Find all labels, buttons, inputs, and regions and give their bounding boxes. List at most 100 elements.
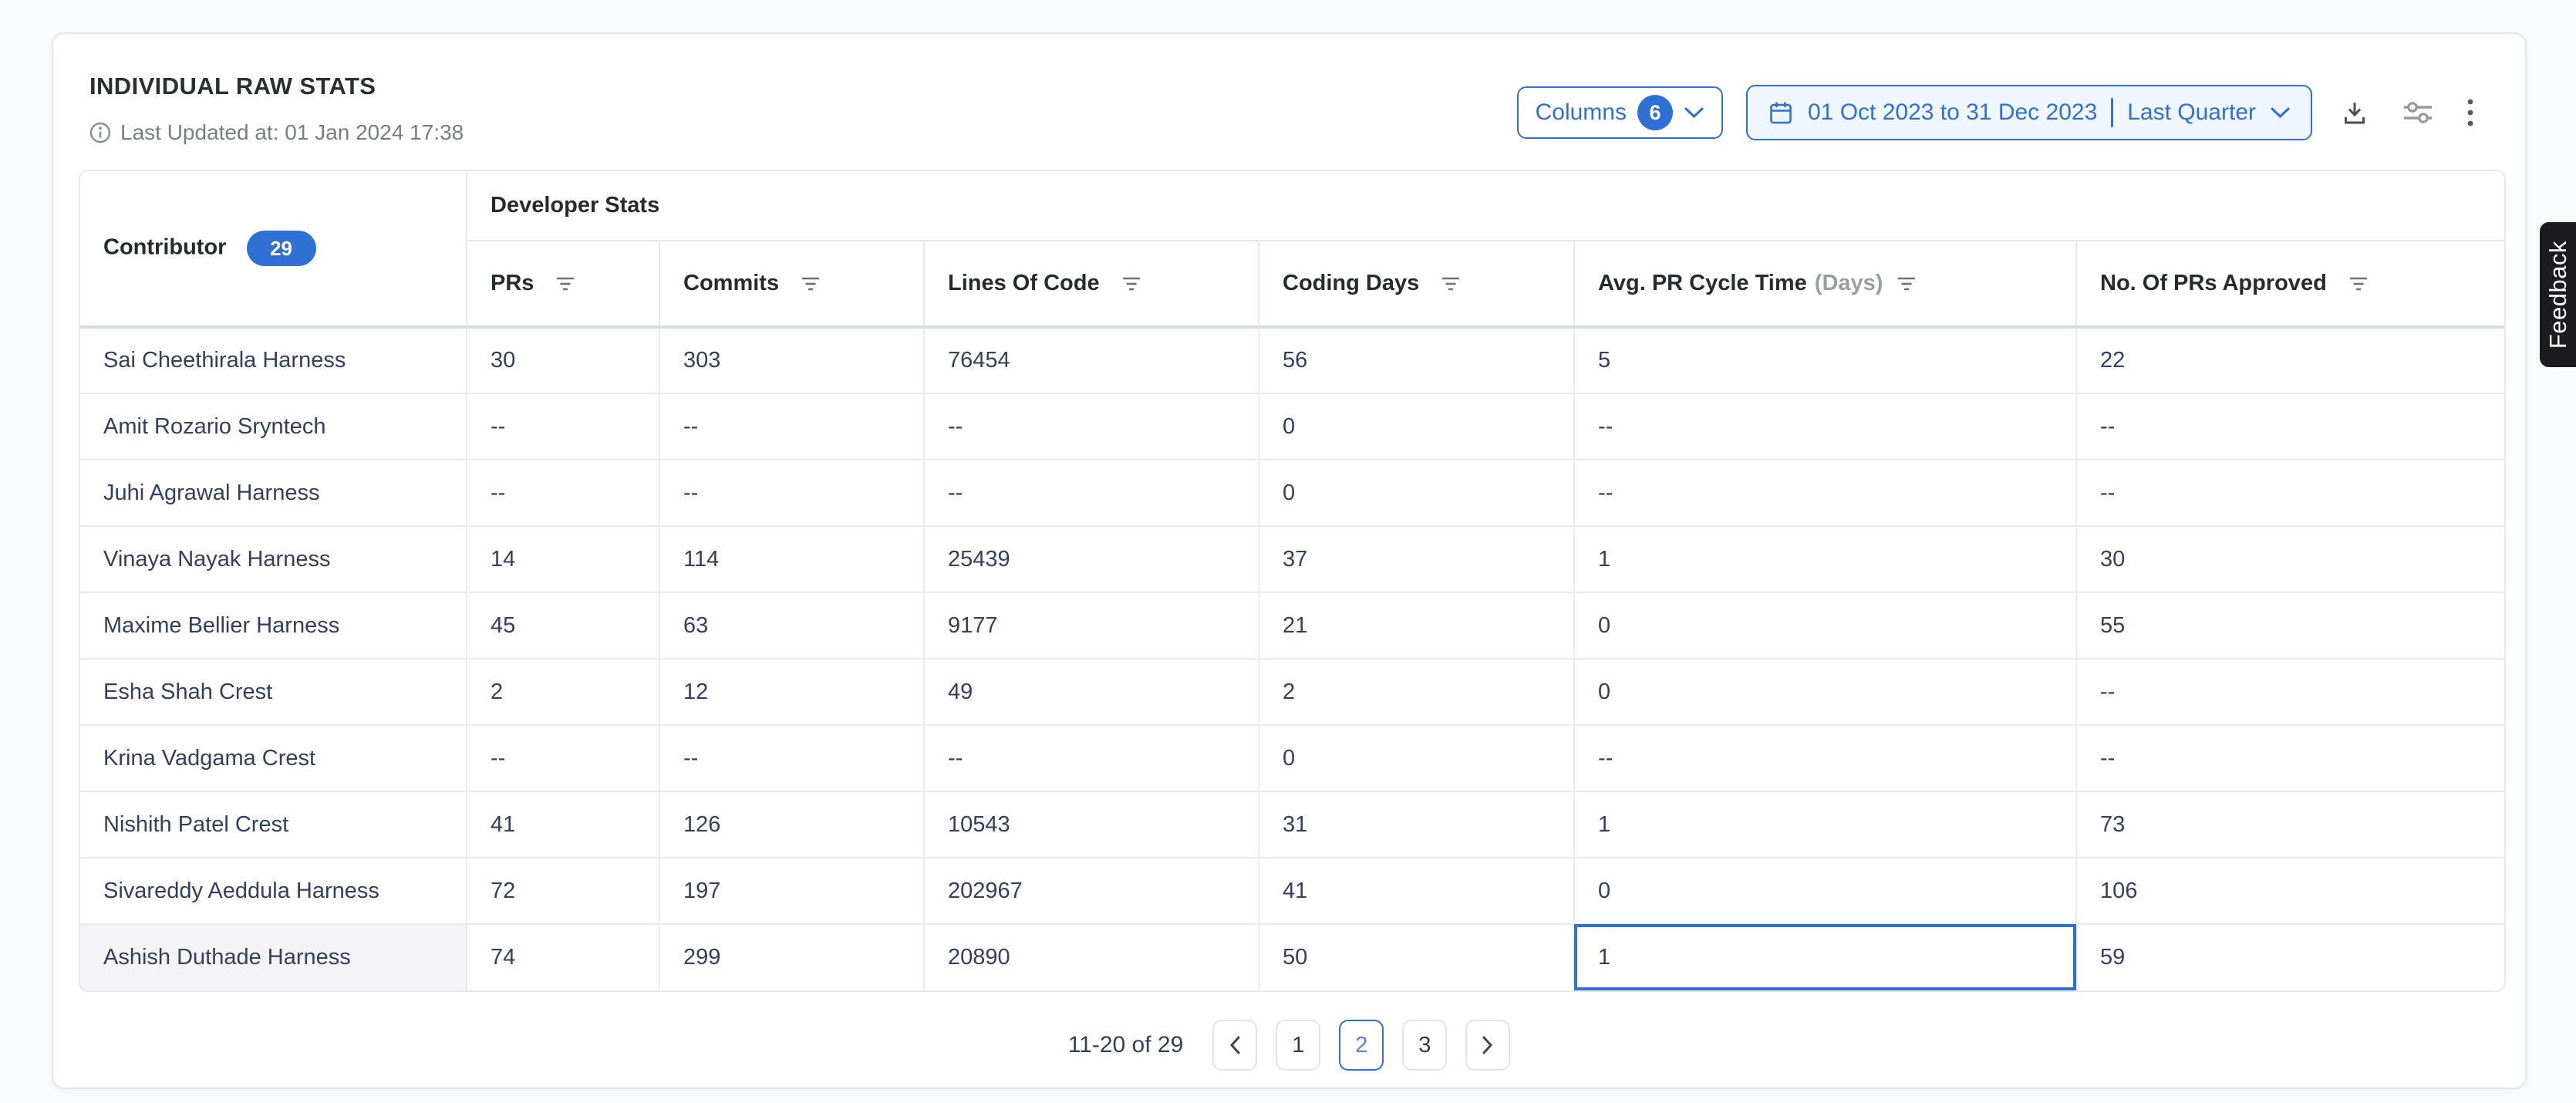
filter-icon[interactable] xyxy=(2348,276,2369,292)
column-header-prs[interactable]: PRs xyxy=(467,241,659,327)
stat-cell[interactable]: 1 xyxy=(1574,791,2076,858)
date-range-button[interactable]: 01 Oct 2023 to 31 Dec 2023 Last Quarter xyxy=(1746,85,2312,140)
filter-icon[interactable] xyxy=(801,276,821,292)
stat-cell[interactable]: 1 xyxy=(1574,526,2076,592)
filter-icon[interactable] xyxy=(1897,276,1917,292)
contributor-column-header[interactable]: Contributor 29 xyxy=(80,171,467,327)
stat-cell[interactable]: 10543 xyxy=(924,791,1259,858)
stat-cell[interactable]: 2 xyxy=(467,659,659,725)
stat-cell[interactable]: 299 xyxy=(659,924,924,990)
filter-icon[interactable] xyxy=(1441,276,1461,292)
stat-cell[interactable]: 63 xyxy=(659,592,924,659)
stat-cell[interactable]: 59 xyxy=(2076,924,2504,990)
stat-cell[interactable]: -- xyxy=(467,725,659,791)
info-icon xyxy=(89,122,111,143)
stat-cell[interactable]: 56 xyxy=(1259,327,1574,393)
download-button[interactable] xyxy=(2335,93,2374,132)
stat-cell[interactable]: -- xyxy=(2076,460,2504,526)
stat-cell[interactable]: 30 xyxy=(2076,526,2504,592)
stat-cell[interactable]: 25439 xyxy=(924,526,1259,592)
columns-button[interactable]: Columns 6 xyxy=(1517,86,1723,139)
table-row: Sivareddy Aeddula Harness721972029674101… xyxy=(80,858,2504,924)
stat-cell[interactable]: -- xyxy=(659,725,924,791)
table-row: Ashish Duthade Harness742992089050159 xyxy=(80,924,2504,990)
stat-cell[interactable]: 2 xyxy=(1259,659,1574,725)
prev-page-button[interactable] xyxy=(1212,1020,1257,1071)
stat-cell[interactable]: -- xyxy=(1574,460,2076,526)
stat-cell[interactable]: 106 xyxy=(2076,858,2504,924)
filter-settings-button[interactable] xyxy=(2397,93,2439,132)
stat-cell[interactable]: 41 xyxy=(1259,858,1574,924)
next-page-button[interactable] xyxy=(1465,1020,1510,1071)
stat-cell[interactable]: 0 xyxy=(1574,858,2076,924)
stat-cell[interactable]: 12 xyxy=(659,659,924,725)
stat-cell[interactable]: 202967 xyxy=(924,858,1259,924)
stat-cell[interactable]: 45 xyxy=(467,592,659,659)
stat-cell[interactable]: 197 xyxy=(659,858,924,924)
contributor-cell[interactable]: Sivareddy Aeddula Harness xyxy=(80,858,467,924)
stat-cell[interactable]: 72 xyxy=(467,858,659,924)
contributor-cell[interactable]: Amit Rozario Sryntech xyxy=(80,393,467,460)
contributor-cell[interactable]: Ashish Duthade Harness xyxy=(80,924,467,990)
stat-cell[interactable]: 37 xyxy=(1259,526,1574,592)
column-header-commits[interactable]: Commits xyxy=(659,241,924,327)
stat-cell[interactable]: 303 xyxy=(659,327,924,393)
stat-cell[interactable]: 31 xyxy=(1259,791,1574,858)
stat-cell[interactable]: 0 xyxy=(1574,592,2076,659)
filter-icon[interactable] xyxy=(1121,276,1141,292)
contributor-cell[interactable]: Krina Vadgama Crest xyxy=(80,725,467,791)
chevron-down-icon xyxy=(2270,106,2291,120)
more-options-button[interactable] xyxy=(2462,93,2479,132)
contributor-cell[interactable]: Maxime Bellier Harness xyxy=(80,592,467,659)
filter-icon[interactable] xyxy=(555,276,575,292)
page-3-button[interactable]: 3 xyxy=(1402,1020,1447,1071)
column-header-avg-pr-cycle-time[interactable]: Avg. PR Cycle Time(Days) xyxy=(1574,241,2076,327)
stat-cell[interactable]: -- xyxy=(2076,659,2504,725)
contributor-cell[interactable]: Vinaya Nayak Harness xyxy=(80,526,467,592)
stat-cell[interactable]: -- xyxy=(924,393,1259,460)
column-header-no-of-prs-approved[interactable]: No. Of PRs Approved xyxy=(2076,241,2504,327)
feedback-tab[interactable]: Feedback xyxy=(2540,222,2576,367)
stat-cell[interactable]: 49 xyxy=(924,659,1259,725)
stat-cell[interactable]: -- xyxy=(2076,393,2504,460)
stat-cell[interactable]: 41 xyxy=(467,791,659,858)
stat-cell[interactable]: 21 xyxy=(1259,592,1574,659)
table-row: Krina Vadgama Crest------0---- xyxy=(80,725,2504,791)
column-header-lines-of-code[interactable]: Lines Of Code xyxy=(924,241,1259,327)
stat-cell[interactable]: 1 xyxy=(1574,924,2076,990)
column-label: Coding Days xyxy=(1283,271,1419,295)
stat-cell[interactable]: -- xyxy=(1574,393,2076,460)
stat-cell[interactable]: 20890 xyxy=(924,924,1259,990)
page-1-button[interactable]: 1 xyxy=(1276,1020,1320,1071)
contributor-cell[interactable]: Esha Shah Crest xyxy=(80,659,467,725)
contributor-cell[interactable]: Sai Cheethirala Harness xyxy=(80,327,467,393)
contributor-cell[interactable]: Nishith Patel Crest xyxy=(80,791,467,858)
stat-cell[interactable]: 22 xyxy=(2076,327,2504,393)
stat-cell[interactable]: 0 xyxy=(1574,659,2076,725)
contributor-cell[interactable]: Juhi Agrawal Harness xyxy=(80,460,467,526)
stat-cell[interactable]: -- xyxy=(659,460,924,526)
stat-cell[interactable]: -- xyxy=(1574,725,2076,791)
stat-cell[interactable]: 5 xyxy=(1574,327,2076,393)
column-header-coding-days[interactable]: Coding Days xyxy=(1259,241,1574,327)
stat-cell[interactable]: 76454 xyxy=(924,327,1259,393)
stat-cell[interactable]: 0 xyxy=(1259,393,1574,460)
stat-cell[interactable]: -- xyxy=(467,393,659,460)
stat-cell[interactable]: -- xyxy=(467,460,659,526)
stat-cell[interactable]: 50 xyxy=(1259,924,1574,990)
stat-cell[interactable]: 14 xyxy=(467,526,659,592)
stat-cell[interactable]: 114 xyxy=(659,526,924,592)
stat-cell[interactable]: 9177 xyxy=(924,592,1259,659)
stat-cell[interactable]: 55 xyxy=(2076,592,2504,659)
stat-cell[interactable]: 73 xyxy=(2076,791,2504,858)
stat-cell[interactable]: 0 xyxy=(1259,725,1574,791)
stat-cell[interactable]: 0 xyxy=(1259,460,1574,526)
stat-cell[interactable]: -- xyxy=(924,725,1259,791)
stat-cell[interactable]: -- xyxy=(659,393,924,460)
stat-cell[interactable]: 74 xyxy=(467,924,659,990)
stat-cell[interactable]: 30 xyxy=(467,327,659,393)
stat-cell[interactable]: -- xyxy=(924,460,1259,526)
page-2-button[interactable]: 2 xyxy=(1339,1020,1384,1071)
stat-cell[interactable]: 126 xyxy=(659,791,924,858)
stat-cell[interactable]: -- xyxy=(2076,725,2504,791)
